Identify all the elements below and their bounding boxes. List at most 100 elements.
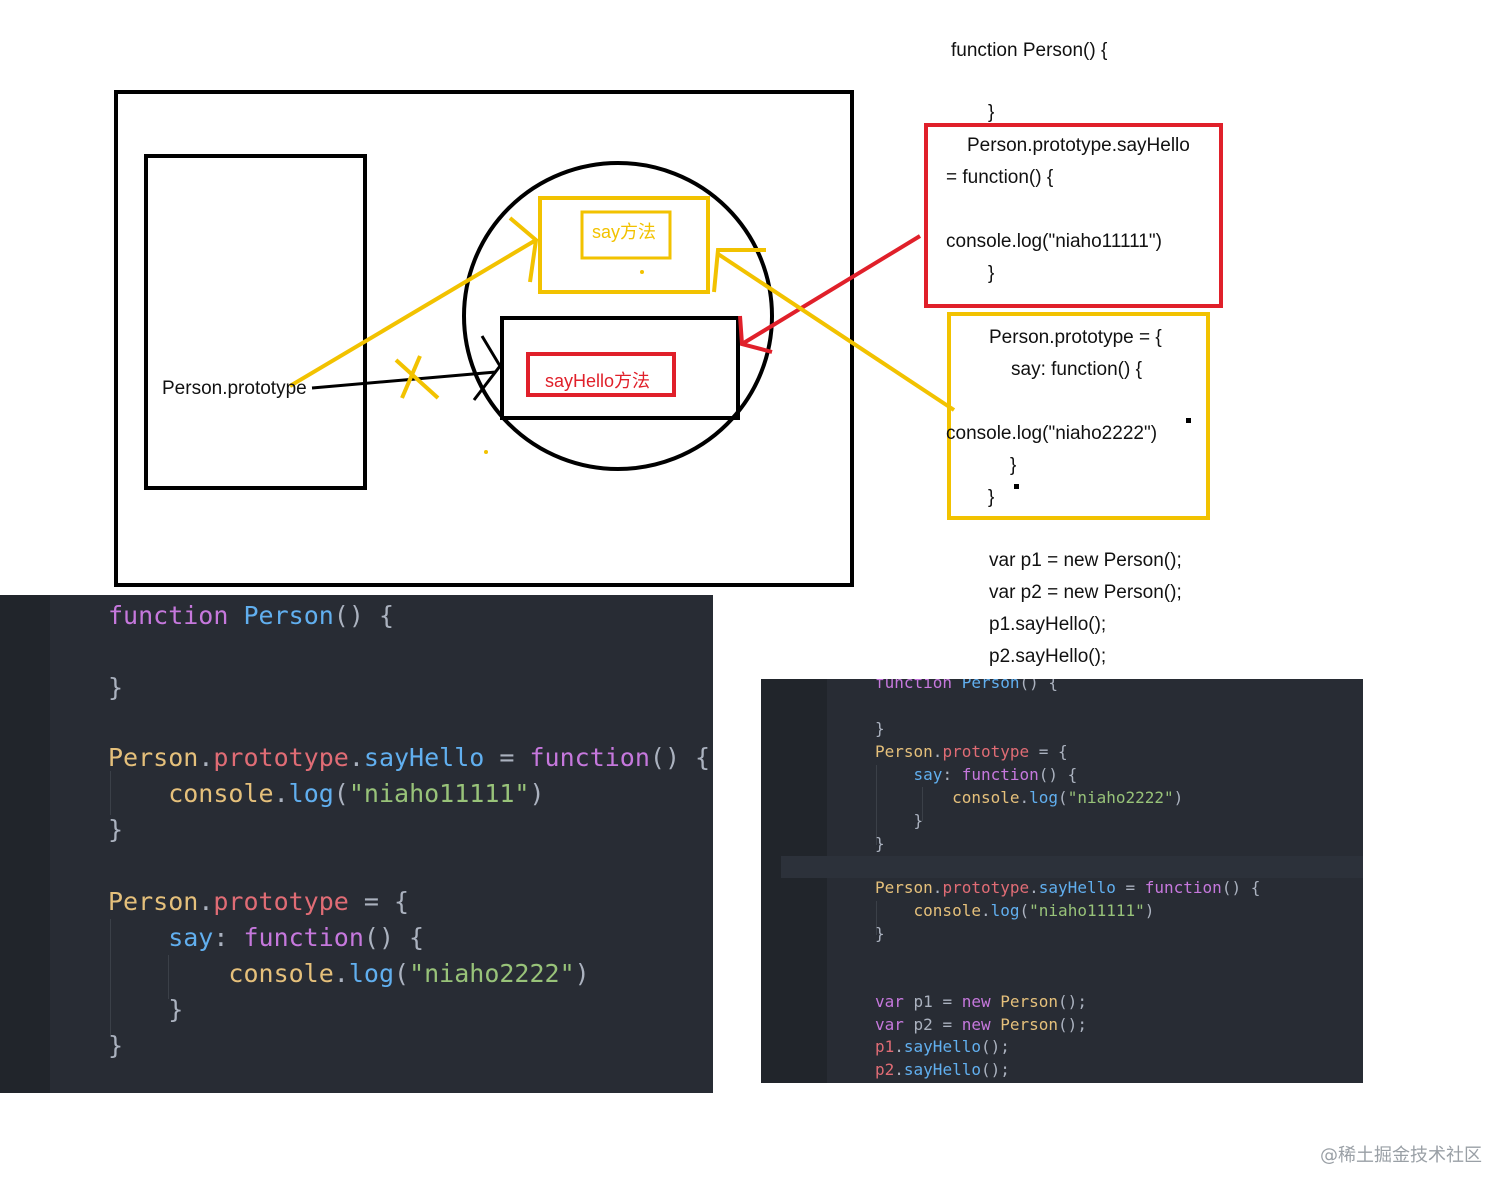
code-token: (); [980,1060,1010,1079]
code-line: } [875,834,885,853]
code-token: () { [333,601,395,630]
code-token: . [198,887,214,916]
code-token: Person [243,601,334,630]
code-token: prototype [213,887,349,916]
code-token: . [894,1037,904,1056]
red-note-line2: = function() { [946,167,1054,188]
sayhello-method-label: sayHello方法 [545,371,651,391]
code-token: : [213,923,244,952]
code-token: var [875,1015,904,1034]
code-line: } [875,924,885,943]
line-gutter [0,595,50,1093]
call-line-4: p2.sayHello(); [989,646,1107,667]
code-token: } [875,719,885,738]
code-token: p2 = [903,1015,962,1034]
code-line: console.log("niaho11111") [875,901,1155,920]
code-token: ) [574,959,590,988]
code-token: "niaho2222" [1067,788,1174,807]
code-line: Person.prototype.sayHello = function() { [108,743,710,772]
code-token: ( [1019,901,1030,920]
code-token: function [108,601,229,630]
code-token: () { [1221,878,1261,897]
old-arrow [311,370,497,390]
code-token: . [894,1060,904,1079]
code-token: prototype [942,878,1030,897]
code-token: say [108,923,214,952]
code-token: function [529,743,650,772]
code-token: prototype [213,743,349,772]
code-token: "niaho2222" [409,959,575,988]
code-token: () { [1038,765,1078,784]
code-token: . [932,878,943,897]
code-token: console [875,901,981,920]
code-panel-left: function Person() {} Person.prototype.say… [0,595,713,1093]
code-token: var [875,992,904,1011]
code-token: log [1029,788,1059,807]
code-token: } [108,1031,124,1060]
code-token: ) [1173,788,1184,807]
code-token: } [875,834,885,853]
code-token: . [980,901,991,920]
code-token: ) [529,779,545,808]
yellow-dot [640,270,644,274]
call-line-1: var p1 = new Person(); [989,550,1182,571]
code-token: sayHello [903,1037,981,1056]
code-token: : [942,765,962,784]
code-panel-right: function Person() {} Person.prototype = {… [761,679,1363,1083]
code-token: function [961,765,1039,784]
code-token: "niaho11111" [1029,901,1145,920]
code-token: p1 [875,1037,895,1056]
code-token: p1 = [903,992,962,1011]
watermark: @稀土掘金技术社区 [1320,1145,1482,1166]
code-line: var p1 = new Person(); [875,992,1087,1011]
code-line: p2.sayHello(); [875,1060,1010,1079]
code-token: () { [363,923,425,952]
code-line: Person.prototype.sayHello = function() { [875,878,1260,897]
code-token: console [108,959,334,988]
call-line-3: p1.sayHello(); [989,614,1107,635]
code-token: Person [961,679,1020,692]
code-token: Person [1000,992,1059,1011]
yellow-note-line1: Person.prototype = { [989,327,1162,348]
old-arrow-head [472,335,502,401]
code-token: log [288,779,334,808]
code-token: console [875,788,1020,807]
code-line: say: function() { [875,765,1078,784]
code-token: Person [1000,1015,1059,1034]
code-line: function Person() { [875,679,1058,692]
red-note-line4: } [988,263,995,284]
code-token: } [875,924,885,943]
code-token: ( [333,779,349,808]
note-function-close: } [988,102,995,123]
code-token: function [243,923,364,952]
code-token: = { [348,887,410,916]
code-token: ( [394,959,410,988]
code-token: say [875,765,943,784]
code-token: } [108,673,124,702]
code-token: console [108,779,274,808]
code-token: Person [875,742,933,761]
code-token: . [348,743,364,772]
code-token: . [198,743,214,772]
code-line: } [108,995,183,1024]
code-token: sayHello [903,1060,981,1079]
code-token: log [348,959,394,988]
code-token: function [875,679,953,692]
code-token: p2 [875,1060,895,1079]
code-token: (); [980,1037,1010,1056]
yellow-note-line5: } [988,487,995,508]
code-token: new [961,992,991,1011]
yellow-note-line3: console.log("niaho2222") [946,423,1158,444]
red-note-line1: Person.prototype.sayHello [967,135,1190,156]
person-box [144,154,367,490]
code-token: . [273,779,289,808]
note-function-decl: function Person() { [951,40,1108,61]
code-line: say: function() { [108,923,424,952]
code-token: function [1144,878,1222,897]
prototype-label: Person.prototype [162,378,307,399]
code-token: () { [1019,679,1059,692]
current-line-highlight [781,856,1363,878]
